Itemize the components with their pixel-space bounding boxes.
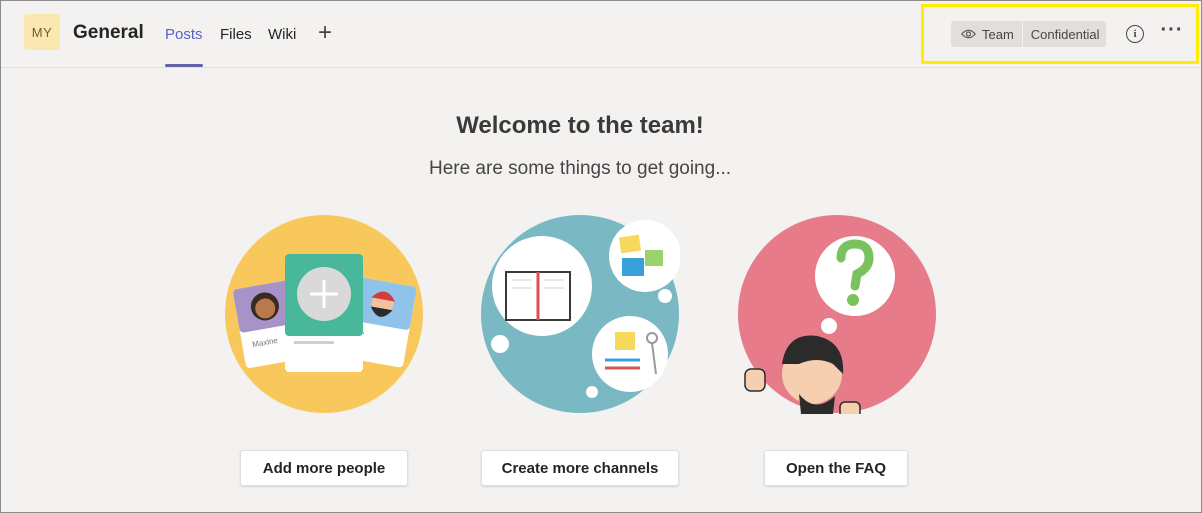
faq-illustration [738,215,936,414]
info-icon[interactable]: i [1126,25,1144,43]
open-faq-button[interactable]: Open the FAQ [764,450,908,486]
eye-icon [961,29,976,39]
tab-posts[interactable]: Posts [165,26,203,43]
people-cards-illustration: Maxine y [225,215,423,413]
team-privacy-label: Team [982,26,1014,42]
add-more-people-button[interactable]: Add more people [240,450,408,486]
more-options-icon[interactable]: ··· [1160,20,1184,44]
team-avatar-initials: MY [31,24,53,40]
create-more-channels-button[interactable]: Create more channels [481,450,679,486]
confidential-label: Confidential [1030,26,1100,42]
tab-wiki[interactable]: Wiki [268,26,296,43]
chip-divider [1021,21,1023,47]
channels-illustration [481,215,680,413]
add-tab-icon[interactable]: + [314,21,336,46]
channel-title: General [73,22,144,43]
welcome-subtitle: Here are some things to get going... [428,158,732,179]
tab-files[interactable]: Files [220,26,252,43]
sensitivity-label[interactable]: Team Confidential [951,21,1106,47]
active-tab-indicator [165,64,203,67]
team-avatar[interactable]: MY [24,14,60,50]
welcome-title: Welcome to the team! [456,112,704,139]
channel-header: MY General Posts Files Wiki + Team Confi… [0,0,1202,68]
